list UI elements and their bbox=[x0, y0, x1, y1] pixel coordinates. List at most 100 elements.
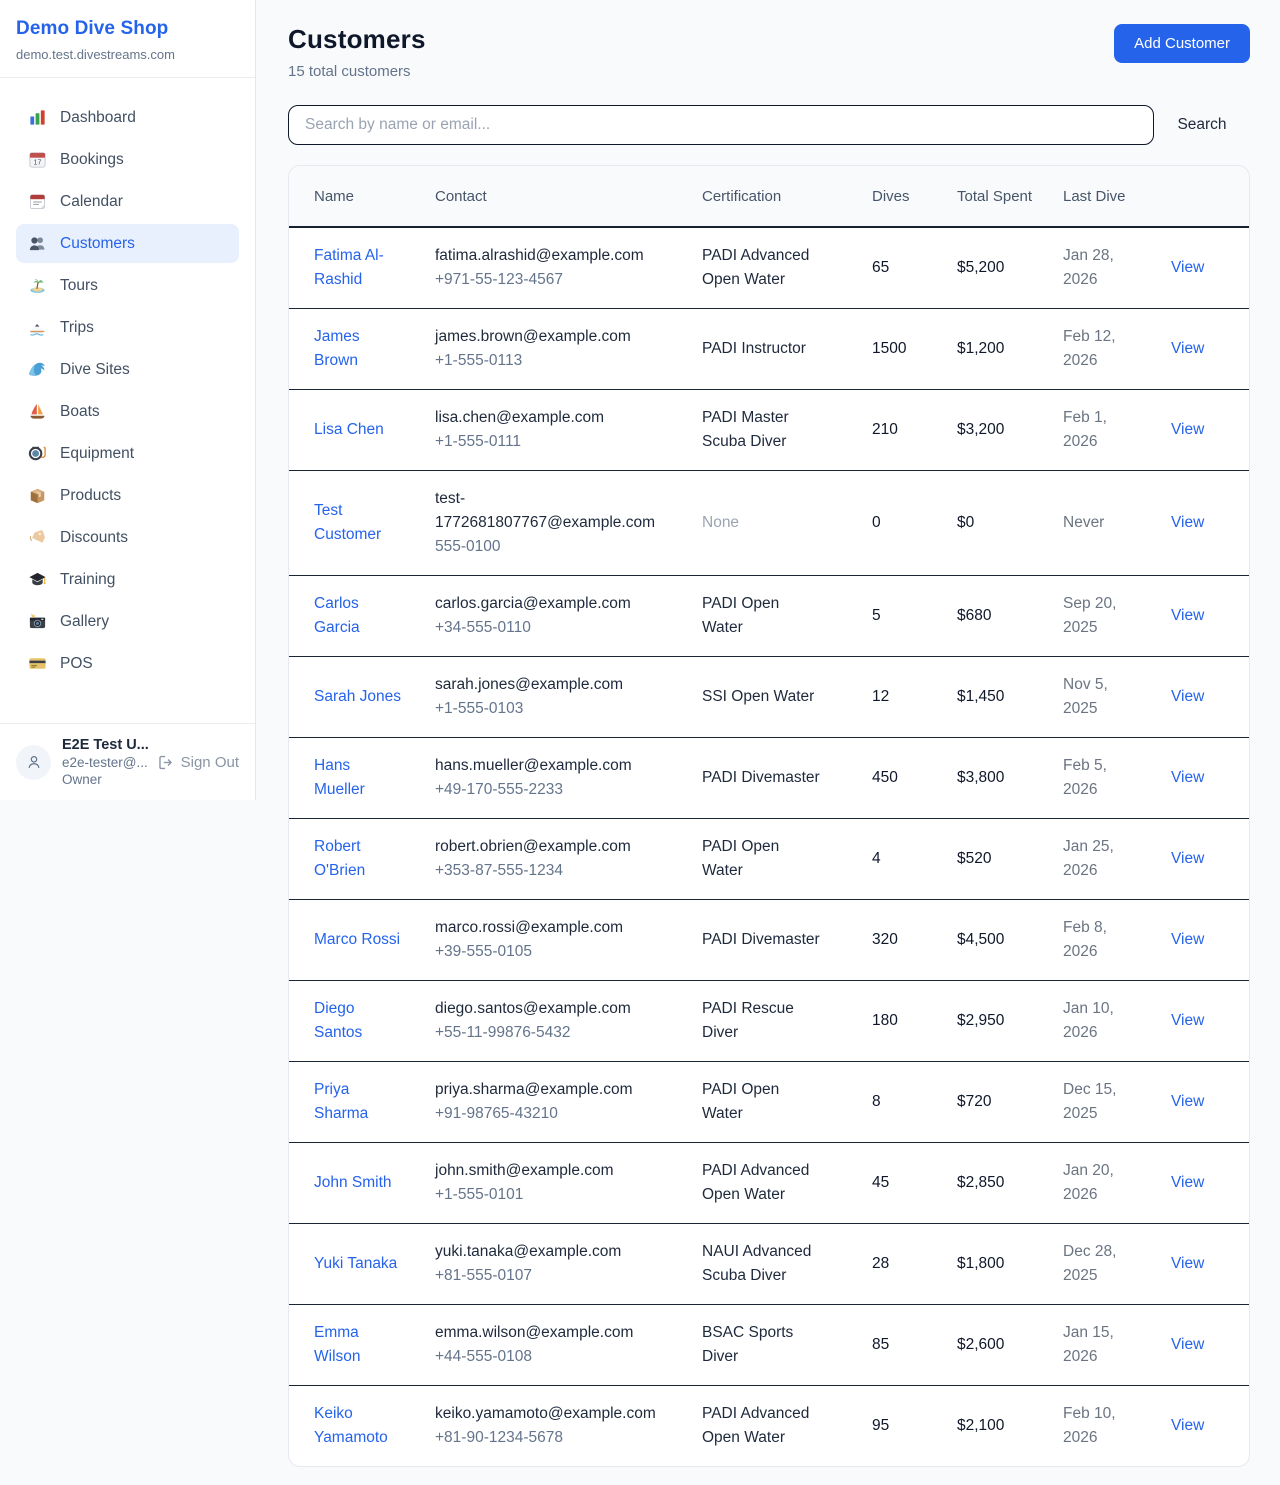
column-header-actions bbox=[1171, 166, 1250, 227]
customer-email: robert.obrien@example.com bbox=[435, 835, 654, 859]
customer-name-cell: John Smith bbox=[289, 1143, 435, 1224]
customer-name-cell: Fatima Al-Rashid bbox=[289, 227, 435, 309]
customer-total-spent: $1,800 bbox=[957, 1224, 1063, 1305]
sidebar-item-label: Training bbox=[60, 571, 115, 589]
customer-certification: NAUI Advanced Scuba Diver bbox=[702, 1243, 811, 1284]
customer-name-link[interactable]: Keiko Yamamoto bbox=[314, 1405, 388, 1446]
view-customer-link[interactable]: View bbox=[1171, 769, 1204, 786]
package-icon bbox=[28, 486, 47, 505]
customer-contact-cell: yuki.tanaka@example.com +81-555-0107 bbox=[435, 1224, 702, 1305]
sidebar-item-bookings[interactable]: 17 Bookings bbox=[16, 140, 239, 179]
customer-certification-cell: NAUI Advanced Scuba Diver bbox=[702, 1224, 872, 1305]
customer-last-dive: Feb 5, 2026 bbox=[1063, 738, 1171, 819]
customer-name-link[interactable]: Carlos Garcia bbox=[314, 595, 360, 636]
customer-name-cell: Lisa Chen bbox=[289, 390, 435, 471]
sidebar-item-discounts[interactable]: Discounts bbox=[16, 518, 239, 557]
customer-name-link[interactable]: Priya Sharma bbox=[314, 1081, 368, 1122]
sidebar-item-dashboard[interactable]: Dashboard bbox=[16, 98, 239, 137]
customer-actions-cell: View bbox=[1171, 1143, 1250, 1224]
customer-dives: 5 bbox=[872, 576, 957, 657]
customer-phone: +39-555-0105 bbox=[435, 940, 654, 964]
customer-name-link[interactable]: Hans Mueller bbox=[314, 757, 365, 798]
view-customer-link[interactable]: View bbox=[1171, 607, 1204, 624]
page-header-text: Customers 15 total customers bbox=[288, 24, 426, 80]
table-row: Priya Sharma priya.sharma@example.com +9… bbox=[289, 1062, 1250, 1143]
customer-last-dive: Jan 10, 2026 bbox=[1063, 981, 1171, 1062]
view-customer-link[interactable]: View bbox=[1171, 514, 1204, 531]
sidebar-item-dive-sites[interactable]: Dive Sites bbox=[16, 350, 239, 389]
customer-name-link[interactable]: John Smith bbox=[314, 1174, 392, 1191]
customer-contact-cell: john.smith@example.com +1-555-0101 bbox=[435, 1143, 702, 1224]
customer-actions-cell: View bbox=[1171, 900, 1250, 981]
sidebar-item-label: Calendar bbox=[60, 193, 123, 211]
calendar-date-icon: 17 bbox=[28, 150, 47, 169]
customers-table-card: Name Contact Certification Dives Total S… bbox=[288, 165, 1250, 1467]
view-customer-link[interactable]: View bbox=[1171, 259, 1204, 276]
customer-name-cell: Yuki Tanaka bbox=[289, 1224, 435, 1305]
customer-certification-cell: PADI Advanced Open Water bbox=[702, 227, 872, 309]
customer-certification-cell: PADI Rescue Diver bbox=[702, 981, 872, 1062]
customer-name-link[interactable]: James Brown bbox=[314, 328, 360, 369]
customer-name-cell: Keiko Yamamoto bbox=[289, 1386, 435, 1467]
camera-flash-icon bbox=[28, 612, 47, 631]
sidebar-item-training[interactable]: Training bbox=[16, 560, 239, 599]
customer-certification: PADI Divemaster bbox=[702, 931, 820, 948]
sidebar-item-gallery[interactable]: Gallery bbox=[16, 602, 239, 641]
search-input[interactable] bbox=[288, 105, 1154, 145]
customer-last-dive: Feb 8, 2026 bbox=[1063, 900, 1171, 981]
view-customer-link[interactable]: View bbox=[1171, 1336, 1204, 1353]
view-customer-link[interactable]: View bbox=[1171, 1417, 1204, 1434]
customer-certification: PADI Instructor bbox=[702, 340, 806, 357]
customer-contact-cell: carlos.garcia@example.com +34-555-0110 bbox=[435, 576, 702, 657]
view-customer-link[interactable]: View bbox=[1171, 421, 1204, 438]
add-customer-button[interactable]: Add Customer bbox=[1114, 24, 1250, 63]
sidebar-item-trips[interactable]: Trips bbox=[16, 308, 239, 347]
sidebar-item-customers[interactable]: Customers bbox=[16, 224, 239, 263]
customer-name-link[interactable]: Yuki Tanaka bbox=[314, 1255, 397, 1272]
customer-dives: 0 bbox=[872, 471, 957, 576]
customer-email: john.smith@example.com bbox=[435, 1159, 654, 1183]
customer-name-link[interactable]: Sarah Jones bbox=[314, 688, 401, 705]
sign-out-button[interactable]: Sign Out bbox=[157, 754, 239, 771]
customer-actions-cell: View bbox=[1171, 471, 1250, 576]
wave-icon bbox=[28, 360, 47, 379]
customer-phone: +353-87-555-1234 bbox=[435, 859, 654, 883]
customer-phone: +44-555-0108 bbox=[435, 1345, 654, 1369]
view-customer-link[interactable]: View bbox=[1171, 688, 1204, 705]
customer-certification-cell: SSI Open Water bbox=[702, 657, 872, 738]
customer-contact-cell: emma.wilson@example.com +44-555-0108 bbox=[435, 1305, 702, 1386]
customer-name-link[interactable]: Robert O'Brien bbox=[314, 838, 365, 879]
graduation-cap-icon bbox=[28, 570, 47, 589]
customer-email: james.brown@example.com bbox=[435, 325, 654, 349]
customer-actions-cell: View bbox=[1171, 390, 1250, 471]
sidebar-item-label: Dive Sites bbox=[60, 361, 130, 379]
view-customer-link[interactable]: View bbox=[1171, 1012, 1204, 1029]
sidebar-item-tours[interactable]: Tours bbox=[16, 266, 239, 305]
view-customer-link[interactable]: View bbox=[1171, 931, 1204, 948]
customer-name-link[interactable]: Lisa Chen bbox=[314, 421, 384, 438]
customer-name-link[interactable]: Marco Rossi bbox=[314, 931, 400, 948]
view-customer-link[interactable]: View bbox=[1171, 340, 1204, 357]
sidebar-item-products[interactable]: Products bbox=[16, 476, 239, 515]
customer-phone: +81-90-1234-5678 bbox=[435, 1426, 654, 1450]
customer-name-link[interactable]: Diego Santos bbox=[314, 1000, 362, 1041]
brand: Demo Dive Shop demo.test.divestreams.com bbox=[0, 0, 255, 78]
view-customer-link[interactable]: View bbox=[1171, 1174, 1204, 1191]
view-customer-link[interactable]: View bbox=[1171, 1255, 1204, 1272]
view-customer-link[interactable]: View bbox=[1171, 1093, 1204, 1110]
view-customer-link[interactable]: View bbox=[1171, 850, 1204, 867]
sidebar-item-boats[interactable]: Boats bbox=[16, 392, 239, 431]
sidebar-item-pos[interactable]: POS bbox=[16, 644, 239, 683]
customer-name-link[interactable]: Test Customer bbox=[314, 502, 381, 543]
sidebar-item-equipment[interactable]: Equipment bbox=[16, 434, 239, 473]
customer-last-dive: Sep 20, 2025 bbox=[1063, 576, 1171, 657]
search-button[interactable]: Search bbox=[1154, 116, 1250, 134]
customer-name-cell: Diego Santos bbox=[289, 981, 435, 1062]
customer-name-link[interactable]: Fatima Al-Rashid bbox=[314, 247, 384, 288]
customer-name-link[interactable]: Emma Wilson bbox=[314, 1324, 361, 1365]
customer-dives: 8 bbox=[872, 1062, 957, 1143]
column-header-contact: Contact bbox=[435, 166, 702, 227]
sidebar-item-calendar[interactable]: Calendar bbox=[16, 182, 239, 221]
customer-last-dive: Jan 15, 2026 bbox=[1063, 1305, 1171, 1386]
customer-last-dive: Jan 20, 2026 bbox=[1063, 1143, 1171, 1224]
